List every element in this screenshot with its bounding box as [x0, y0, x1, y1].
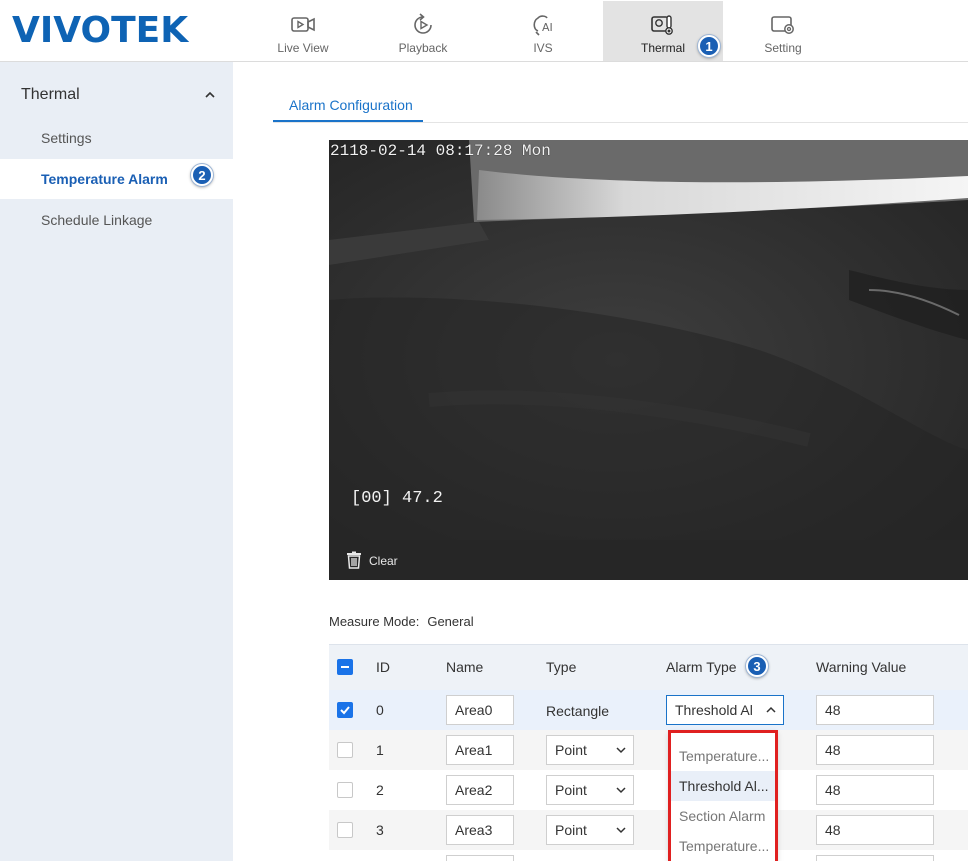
- video-toolbar: [329, 540, 968, 580]
- chevron-down-icon: [616, 787, 626, 794]
- playback-icon: [414, 13, 432, 34]
- check-icon: [340, 706, 350, 715]
- alarm-area-table: ID Name Type Alarm Type Warning Value 0 …: [329, 644, 968, 861]
- row-id: 2: [376, 782, 384, 798]
- row-id: 1: [376, 742, 384, 758]
- chevron-up-icon: [766, 706, 776, 713]
- measure-mode: Measure Mode: General: [329, 614, 474, 629]
- type-select[interactable]: Point: [546, 735, 634, 765]
- thermal-icon: [651, 15, 673, 35]
- measure-mode-label: Measure Mode:: [329, 614, 420, 629]
- col-id: ID: [376, 659, 390, 675]
- sidebar-item-label: Schedule Linkage: [41, 212, 153, 228]
- dropdown-option-label: Temperature...: [679, 748, 770, 764]
- type-select[interactable]: Point: [546, 775, 634, 805]
- name-input[interactable]: Area0: [446, 695, 514, 725]
- warning-value-input[interactable]: 48: [816, 775, 934, 805]
- table-row[interactable]: 0 Area0 Rectangle Threshold Al 48: [329, 690, 968, 730]
- tab-alarm-configuration-label: Alarm Configuration: [289, 97, 413, 113]
- clear-label: Clear: [369, 554, 398, 568]
- warning-value-input[interactable]: 48: [816, 815, 934, 845]
- tab-playback-label: Playback: [398, 41, 448, 55]
- alarm-type-dropdown: Temperature... Threshold Al... Section A…: [669, 731, 777, 861]
- name-input[interactable]: Area2: [446, 775, 514, 805]
- chevron-down-icon: [616, 747, 626, 754]
- chevron-up-icon[interactable]: [203, 90, 217, 100]
- table-row[interactable]: 1 Area1 Point 48: [329, 730, 968, 770]
- row-checkbox[interactable]: [337, 782, 353, 798]
- col-name: Name: [446, 659, 484, 675]
- name-input[interactable]: Area1: [446, 735, 514, 765]
- tab-live-view-label: Live View: [277, 41, 329, 55]
- sidebar-item-schedule-linkage[interactable]: Schedule Linkage: [0, 200, 233, 240]
- row-checkbox[interactable]: [337, 822, 353, 838]
- temperature-reading: [00] 47.2: [351, 489, 443, 508]
- name-input[interactable]: [446, 855, 514, 861]
- table-row[interactable]: 2 Area2 Point 48: [329, 770, 968, 810]
- sidebar-item-label: Temperature Alarm: [41, 171, 168, 187]
- table-header: ID Name Type Alarm Type Warning Value: [329, 644, 968, 690]
- dropdown-option[interactable]: Temperature...: [669, 741, 777, 771]
- step-badge-1: 1: [698, 35, 720, 57]
- tab-live-view[interactable]: Live View: [243, 1, 363, 61]
- tab-ivs[interactable]: AI IVS: [483, 1, 603, 61]
- thermal-camera-image: [329, 140, 968, 540]
- type-value: Point: [555, 782, 587, 798]
- top-bar: VIVOTEK Live View Playback AI IVS Therma…: [0, 0, 968, 62]
- setting-icon: [771, 16, 794, 34]
- tab-alarm-configuration[interactable]: Alarm Configuration: [273, 87, 423, 123]
- step-badge-2: 2: [191, 164, 213, 186]
- warning-value-input[interactable]: 48: [816, 695, 934, 725]
- name-input[interactable]: Area3: [446, 815, 514, 845]
- thermal-video-view[interactable]: 2118-02-14 08:17:28 Mon [00] 47.2 Clear: [329, 140, 968, 580]
- type-select[interactable]: Point: [546, 815, 634, 845]
- dropdown-option-label: Threshold Al...: [679, 778, 769, 794]
- dropdown-option-label: Section Alarm: [679, 808, 766, 824]
- ivs-icon: AI: [533, 15, 553, 36]
- table-row[interactable]: [329, 850, 968, 861]
- type-value: Point: [555, 742, 587, 758]
- dropdown-option[interactable]: Section Alarm: [669, 801, 777, 831]
- svg-text:AI: AI: [542, 21, 553, 34]
- minus-icon: [341, 666, 349, 668]
- warning-value-input[interactable]: [816, 855, 934, 861]
- sidebar-item-label: Settings: [41, 130, 92, 146]
- tab-ivs-label: IVS: [533, 41, 553, 55]
- row-id: 3: [376, 822, 384, 838]
- live-view-icon: [291, 17, 315, 32]
- row-id: 0: [376, 702, 384, 718]
- measure-mode-value: General: [427, 614, 474, 629]
- col-alarm-type: Alarm Type: [666, 659, 737, 675]
- select-all-checkbox[interactable]: [337, 659, 353, 675]
- tab-divider: [273, 122, 968, 123]
- tab-setting[interactable]: Setting: [723, 1, 843, 61]
- dropdown-option[interactable]: Temperature...: [669, 831, 777, 861]
- tab-setting-label: Setting: [764, 41, 802, 55]
- alarm-type-value: Threshold Al: [675, 702, 753, 718]
- table-row[interactable]: 3 Area3 Point 48: [329, 810, 968, 850]
- col-type: Type: [546, 659, 577, 675]
- sidebar-title: Thermal: [21, 86, 80, 103]
- warning-value-input[interactable]: 48: [816, 735, 934, 765]
- step-badge-3: 3: [746, 655, 768, 677]
- alarm-type-select[interactable]: Threshold Al: [666, 695, 784, 725]
- type-value: Point: [555, 822, 587, 838]
- chevron-down-icon: [616, 827, 626, 834]
- vivotek-logo: VIVOTEK: [12, 10, 189, 51]
- dropdown-option-label: Temperature...: [679, 838, 770, 854]
- dropdown-option[interactable]: Threshold Al...: [669, 771, 777, 801]
- row-type: Rectangle: [546, 703, 610, 719]
- video-timestamp: 2118-02-14 08:17:28 Mon: [330, 142, 551, 160]
- row-checkbox[interactable]: [337, 702, 353, 718]
- row-checkbox[interactable]: [337, 742, 353, 758]
- tab-playback[interactable]: Playback: [363, 1, 483, 61]
- col-warning-value: Warning Value: [816, 659, 907, 675]
- sidebar-item-settings[interactable]: Settings: [0, 118, 233, 158]
- trash-icon: [347, 551, 361, 569]
